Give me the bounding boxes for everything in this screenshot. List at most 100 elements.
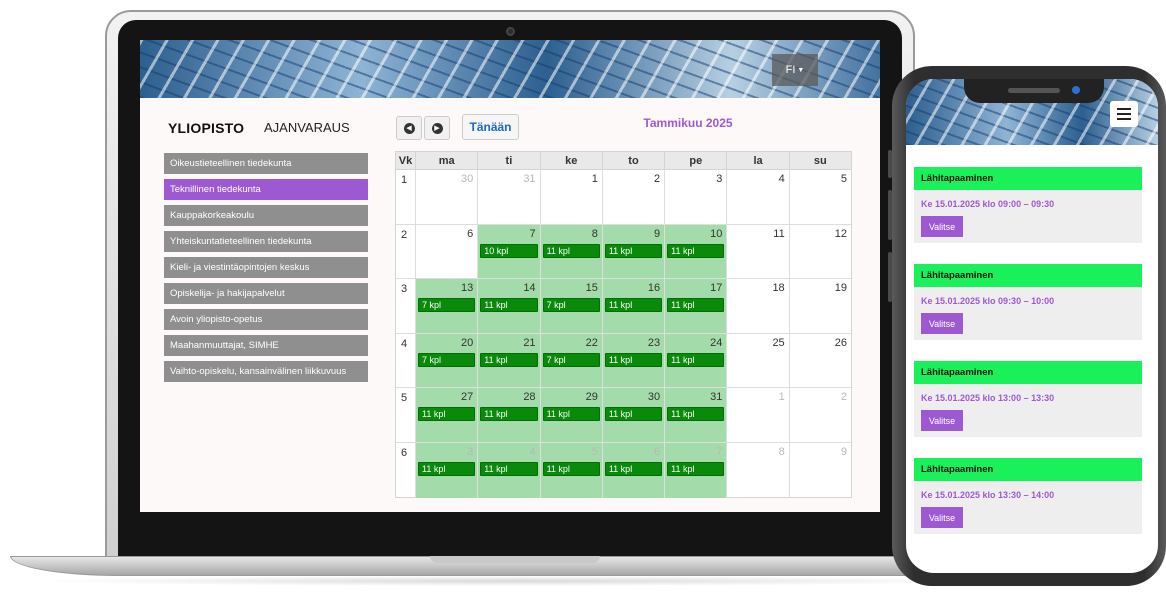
today-button[interactable]: Tänään (462, 114, 519, 140)
calendar-day: 12 (790, 225, 851, 279)
desktop-screen: FI ▼ YLIOPISTO AJANVARAUS Oikeustieteell… (140, 40, 880, 512)
available-slots-badge[interactable]: 11 kpl (667, 298, 725, 313)
select-button[interactable]: Valitse (921, 216, 963, 237)
available-slots-badge[interactable]: 11 kpl (542, 407, 600, 422)
faculty-item[interactable]: Maahanmuuttajat, SIMHE (164, 335, 368, 356)
day-number: 19 (834, 282, 847, 295)
calendar-day-available[interactable]: 9 11 kpl (602, 224, 666, 279)
day-number: 12 (834, 227, 847, 240)
faculty-item[interactable]: Kauppakorkeakoulu (164, 205, 368, 226)
calendar-day-available[interactable]: 27 11 kpl (416, 388, 479, 442)
calendar-day-available[interactable]: 10 11 kpl (665, 224, 728, 279)
calendar-week-row: 4 20 7 kpl 21 11 kpl 22 7 kpl 23 11 kpl 24 11 kpl 2… (396, 333, 851, 389)
available-slots-badge[interactable]: 11 kpl (604, 461, 663, 476)
phone-side-button (888, 252, 892, 302)
available-slots-badge[interactable]: 11 kpl (480, 298, 538, 313)
faculty-item[interactable]: Oikeustieteellinen tiedekunta (164, 153, 368, 174)
available-slots-badge[interactable]: 11 kpl (480, 352, 538, 367)
language-label: FI (785, 64, 796, 76)
phone-speaker (1008, 88, 1060, 93)
day-number: 22 (585, 336, 598, 349)
faculty-item[interactable]: Kieli- ja viestintäopintojen keskus (164, 257, 368, 278)
day-number: 9 (654, 227, 661, 240)
day-number: 5 (840, 173, 847, 185)
available-slots-badge[interactable]: 11 kpl (604, 407, 663, 422)
day-number: 1 (591, 173, 598, 185)
week-number: 5 (396, 388, 416, 442)
calendar-day-available[interactable]: 21 11 kpl (478, 333, 541, 388)
available-slots-badge[interactable]: 7 kpl (418, 298, 476, 313)
available-slots-badge[interactable]: 11 kpl (604, 298, 663, 313)
day-number: 9 (840, 445, 847, 458)
calendar-day-available[interactable]: 22 7 kpl (540, 333, 603, 388)
calendar-day-available[interactable]: 7 11 kpl (665, 442, 728, 498)
calendar-day-available[interactable]: 16 11 kpl (602, 279, 666, 333)
calendar-day-available[interactable]: 5 11 kpl (540, 442, 603, 498)
calendar-day: 11 (727, 224, 790, 279)
day-number: 23 (647, 336, 661, 349)
calendar-day-available[interactable]: 6 11 kpl (602, 442, 666, 498)
available-slots-badge[interactable]: 7 kpl (542, 298, 600, 313)
available-slots-badge[interactable]: 11 kpl (667, 407, 725, 422)
calendar-day-available[interactable]: 30 11 kpl (602, 388, 666, 442)
select-button[interactable]: Valitse (921, 410, 963, 431)
faculty-item[interactable]: Avoin yliopisto-opetus (164, 309, 368, 330)
faculty-item-active[interactable]: Teknillinen tiedekunta (164, 179, 368, 200)
select-button[interactable]: Valitse (921, 507, 963, 528)
calendar-day-available[interactable]: 20 7 kpl (416, 333, 479, 388)
calendar-day-available[interactable]: 13 7 kpl (416, 279, 479, 333)
appointment-card: Lähitapaaminen Ke 15.01.2025 klo 09:00 –… (914, 167, 1142, 243)
day-number: 21 (523, 336, 536, 349)
day-number: 20 (461, 336, 474, 349)
prev-month-button[interactable]: ◀ (396, 116, 422, 140)
faculty-item[interactable]: Yhteiskuntatieteellinen tiedekunta (164, 231, 368, 252)
chevron-right-circle-icon: ▶ (431, 122, 443, 134)
available-slots-badge[interactable]: 11 kpl (480, 461, 538, 476)
week-number: 3 (396, 279, 416, 333)
calendar-day: 2 (790, 388, 851, 442)
available-slots-badge[interactable]: 11 kpl (542, 461, 600, 476)
day-number: 7 (529, 227, 536, 240)
calendar-day-available[interactable]: 8 11 kpl (540, 224, 603, 279)
appointment-time: Ke 15.01.2025 klo 09:30 – 10:00 (921, 296, 1055, 306)
week-number: 6 (396, 442, 416, 498)
available-slots-badge[interactable]: 11 kpl (604, 243, 663, 258)
month-calendar: Vk ma ti ke to pe la su 1 30 31 1 2 3 4 5 2 6 7 10 kpl 8 11 … (395, 151, 852, 498)
language-selector[interactable]: FI ▼ (772, 54, 818, 86)
available-slots-badge[interactable]: 11 kpl (667, 461, 725, 476)
calendar-day-available[interactable]: 23 11 kpl (602, 333, 666, 388)
phone-volume-button (888, 150, 892, 178)
available-slots-badge[interactable]: 11 kpl (418, 461, 476, 476)
available-slots-badge[interactable]: 11 kpl (667, 243, 725, 258)
calendar-day-available[interactable]: 29 11 kpl (540, 388, 603, 442)
calendar-day-available[interactable]: 3 11 kpl (416, 442, 479, 498)
faculty-menu: Oikeustieteellinen tiedekunta Teknilline… (164, 153, 368, 387)
available-slots-badge[interactable]: 10 kpl (480, 243, 538, 258)
available-slots-badge[interactable]: 11 kpl (542, 243, 600, 258)
weekday-header: ti (478, 152, 541, 169)
available-slots-badge[interactable]: 7 kpl (418, 352, 476, 367)
faculty-item[interactable]: Opiskelija- ja hakijapalvelut (164, 283, 368, 304)
caret-down-icon: ▼ (797, 66, 805, 74)
select-button[interactable]: Valitse (921, 313, 963, 334)
calendar-day-available[interactable]: 7 10 kpl (478, 224, 541, 279)
available-slots-badge[interactable]: 7 kpl (542, 352, 600, 367)
calendar-day-available[interactable]: 31 11 kpl (665, 388, 728, 442)
weekday-header: la (727, 152, 790, 169)
laptop-shadow (30, 576, 1000, 586)
available-slots-badge[interactable]: 11 kpl (604, 352, 663, 367)
available-slots-badge[interactable]: 11 kpl (667, 352, 725, 367)
appointment-title: Lähitapaaminen (914, 264, 1142, 287)
day-number: 25 (772, 336, 785, 349)
available-slots-badge[interactable]: 11 kpl (418, 407, 476, 422)
calendar-day-available[interactable]: 4 11 kpl (478, 442, 541, 498)
hamburger-menu-icon[interactable] (1110, 101, 1138, 127)
available-slots-badge[interactable]: 11 kpl (480, 407, 538, 422)
calendar-day-available[interactable]: 14 11 kpl (478, 279, 541, 333)
calendar-day-available[interactable]: 15 7 kpl (540, 279, 603, 333)
calendar-day-available[interactable]: 28 11 kpl (478, 388, 541, 442)
calendar-day-available[interactable]: 24 11 kpl (665, 333, 728, 388)
faculty-item[interactable]: Vaihto-opiskelu, kansainvälinen liikkuvu… (164, 361, 368, 382)
next-month-button[interactable]: ▶ (424, 116, 450, 140)
calendar-day-available[interactable]: 17 11 kpl (665, 279, 728, 333)
